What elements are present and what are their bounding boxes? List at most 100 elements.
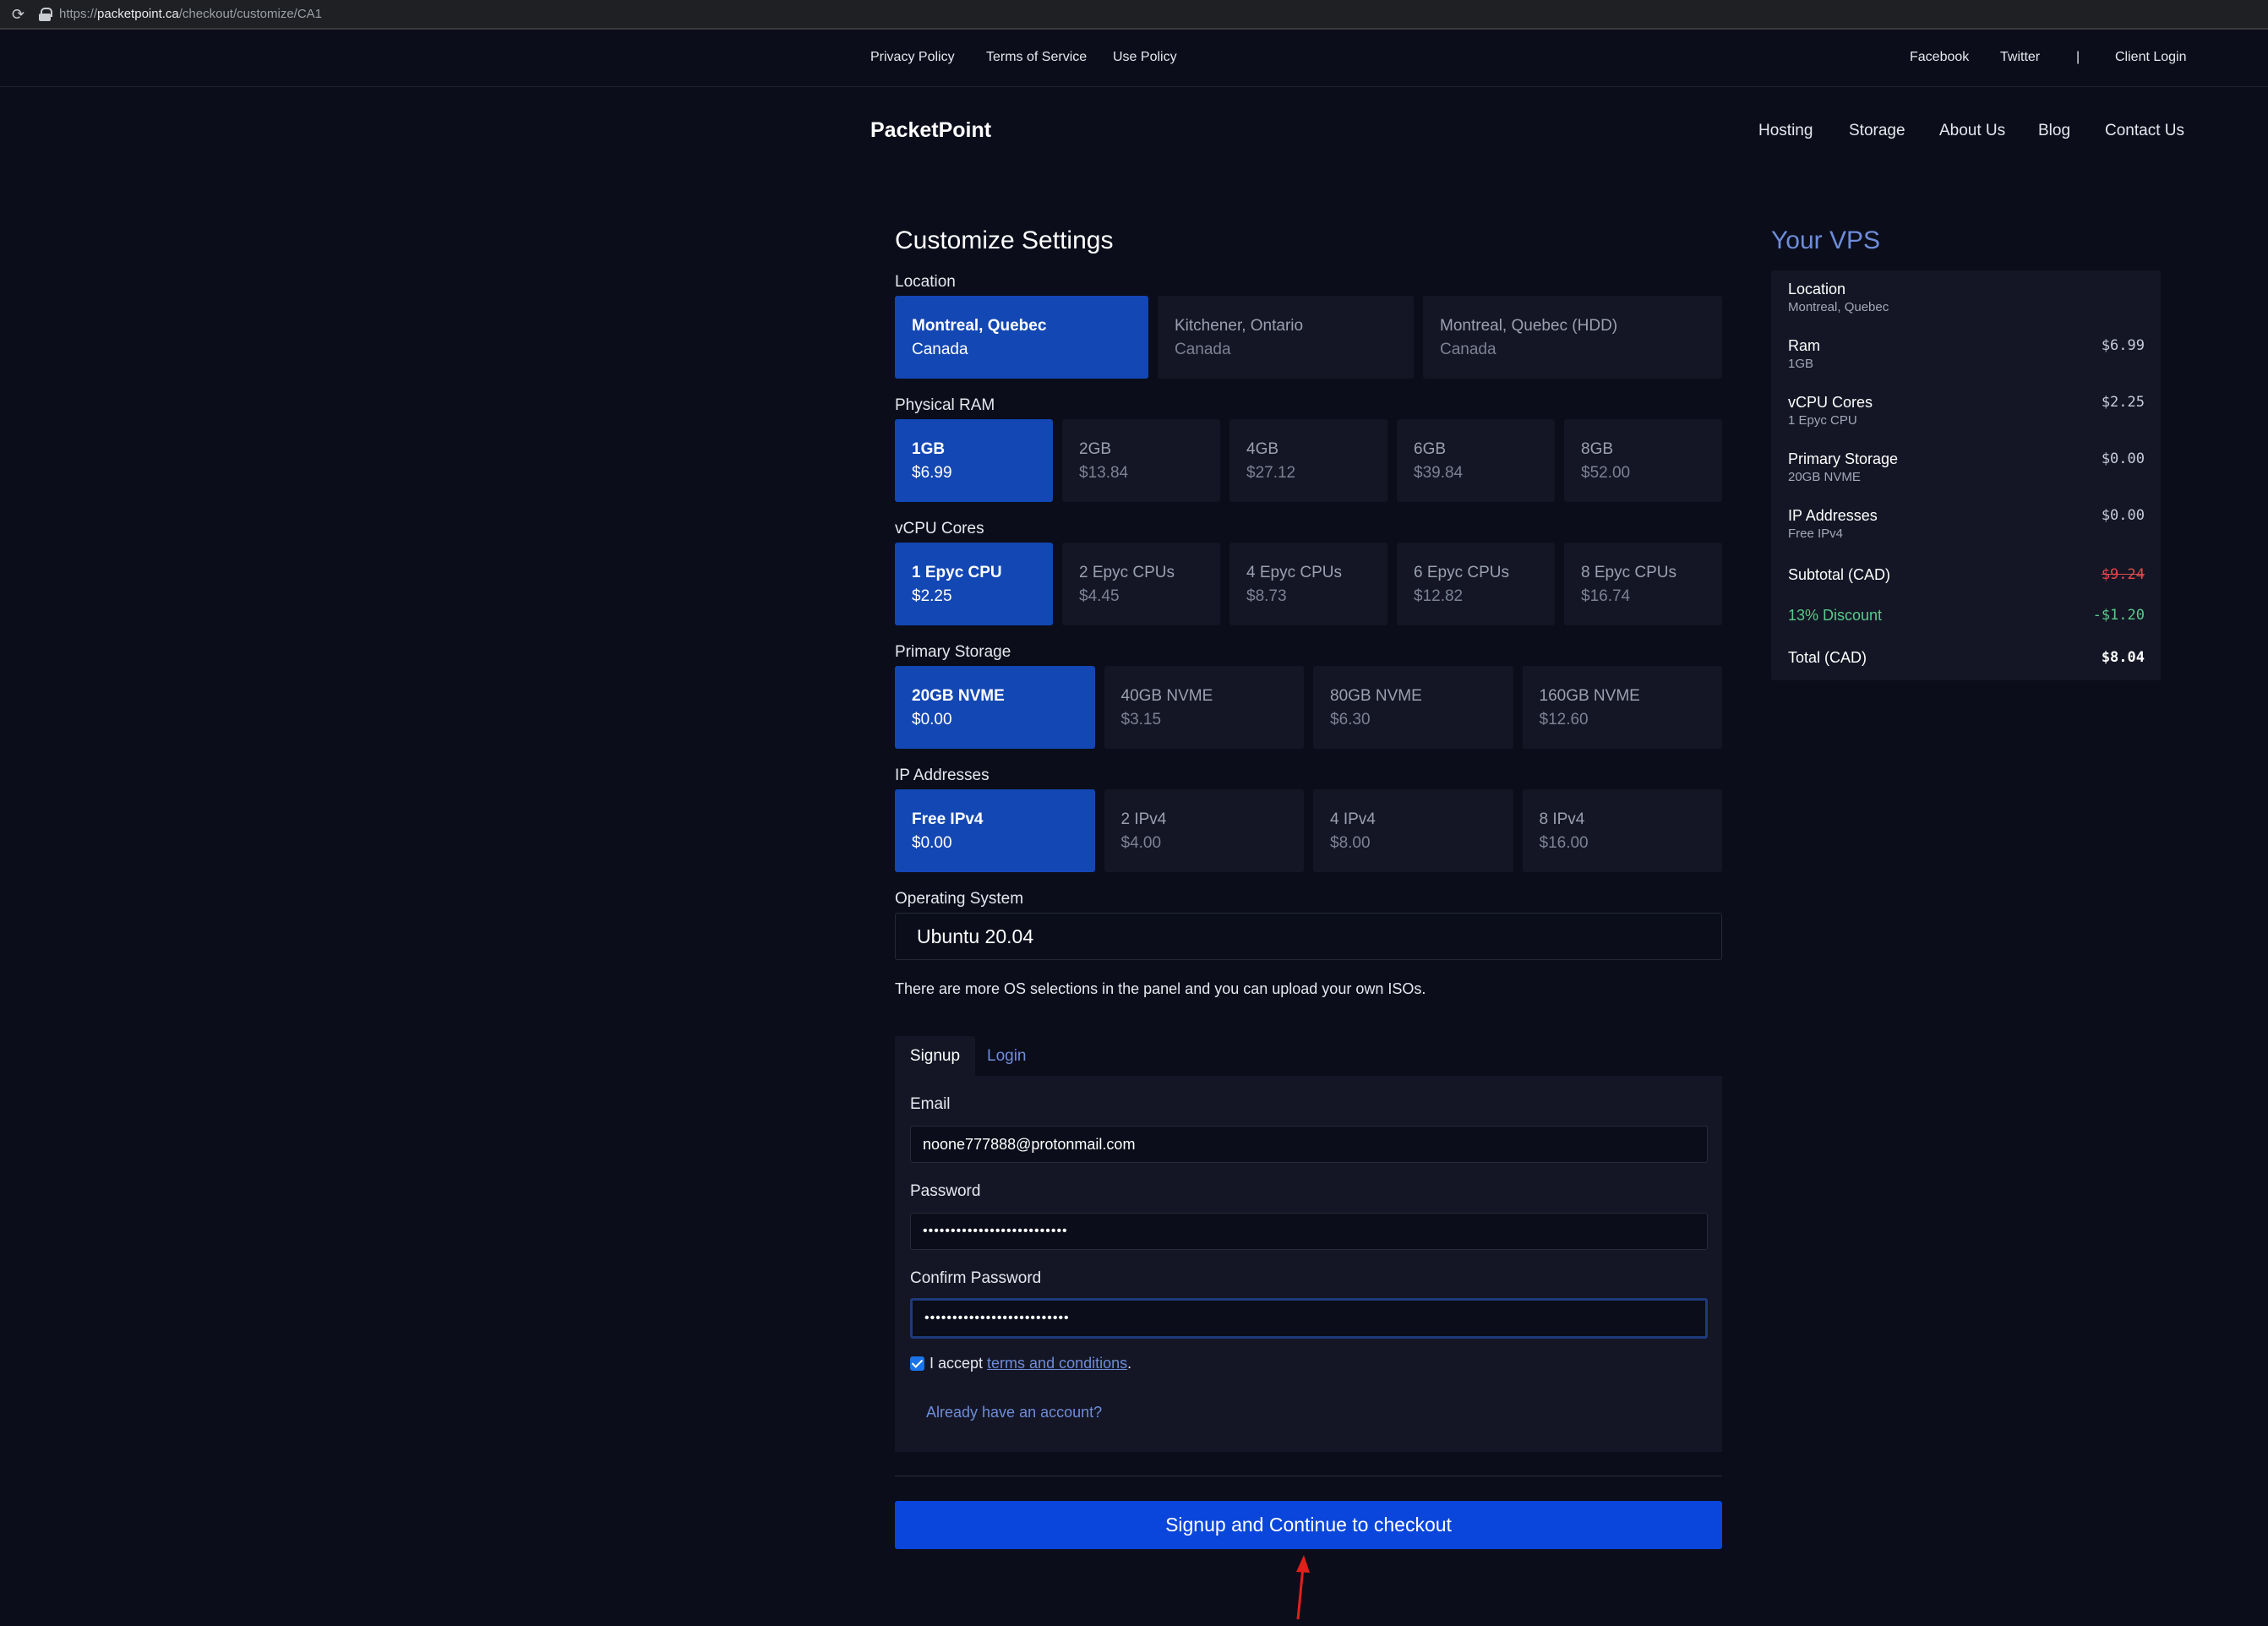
reload-icon[interactable]: ⟳ [12, 7, 27, 22]
use-policy-link[interactable]: Use Policy [1113, 50, 1177, 65]
option-price: $2.25 [912, 587, 952, 605]
ip-option-2[interactable]: 2 IPv4 $4.00 [1104, 789, 1304, 872]
password-field[interactable]: •••••••••••••••••••••••••• [910, 1213, 1708, 1250]
option-price: $27.12 [1246, 464, 1296, 482]
summary-sub: 20GB NVME [1788, 470, 1861, 484]
ram-option-4gb[interactable]: 4GB $27.12 [1229, 419, 1388, 502]
vcpu-option-4[interactable]: 4 Epyc CPUs $8.73 [1229, 543, 1388, 625]
subtotal-value: $9.24 [2101, 566, 2145, 583]
storage-option-20gb[interactable]: 20GB NVME $0.00 [895, 666, 1095, 749]
facebook-link[interactable]: Facebook [1910, 50, 1969, 65]
option-title: 1 Epyc CPU [912, 564, 1002, 581]
location-options: Montreal, Quebec Canada Kitchener, Ontar… [895, 296, 1722, 379]
url-prefix: https:// [59, 7, 98, 21]
option-price: $13.84 [1079, 464, 1129, 482]
option-price: $39.84 [1414, 464, 1464, 482]
summary-name: IP Addresses [1788, 507, 1878, 524]
summary-name: Primary Storage [1788, 450, 1899, 467]
client-login-link[interactable]: Client Login [2115, 50, 2187, 65]
vcpu-option-6[interactable]: 6 Epyc CPUs $12.82 [1397, 543, 1555, 625]
ram-option-2gb[interactable]: 2GB $13.84 [1062, 419, 1220, 502]
ip-option-free[interactable]: Free IPv4 $0.00 [895, 789, 1095, 872]
storage-label: Primary Storage [895, 643, 1011, 661]
accept-prefix: I accept [930, 1355, 984, 1372]
summary-sub: 1 Epyc CPU [1788, 413, 1857, 428]
option-price: $16.00 [1539, 834, 1589, 852]
nav-separator: | [2076, 50, 2080, 64]
location-option-montreal-hdd[interactable]: Montreal, Quebec (HDD) Canada [1423, 296, 1722, 379]
accept-terms-checkbox[interactable] [910, 1356, 924, 1371]
summary-row-vcpu: vCPU Cores 1 Epyc CPU $2.25 [1788, 394, 2145, 428]
option-price: $12.82 [1414, 587, 1464, 605]
os-select[interactable]: Ubuntu 20.04 [895, 913, 1722, 960]
privacy-policy-link[interactable]: Privacy Policy [870, 50, 955, 65]
option-title: 6 Epyc CPUs [1414, 564, 1509, 581]
email-field[interactable]: noone777888@protonmail.com [910, 1126, 1708, 1163]
subtotal-label: Subtotal (CAD) [1788, 566, 1891, 583]
annotation-arrow-icon [1296, 1555, 1310, 1620]
utility-nav: Privacy Policy Terms of Service Use Poli… [0, 31, 2268, 87]
summary-sub: Montreal, Quebec [1788, 300, 1889, 314]
summary-subtotal: Subtotal (CAD) $9.24 [1788, 566, 2145, 584]
ip-option-8[interactable]: 8 IPv4 $16.00 [1522, 789, 1722, 872]
option-title: Montreal, Quebec (HDD) [1440, 317, 1618, 335]
total-label: Total (CAD) [1788, 649, 1867, 666]
ram-label: Physical RAM [895, 396, 995, 414]
accept-terms-row: I accept terms and conditions. [910, 1355, 1131, 1372]
summary-discount: 13% Discount -$1.20 [1788, 607, 2145, 625]
tab-signup[interactable]: Signup [895, 1036, 975, 1076]
password-label: Password [910, 1182, 981, 1200]
summary-price: $6.99 [2101, 337, 2145, 354]
storage-option-80gb[interactable]: 80GB NVME $6.30 [1313, 666, 1513, 749]
option-title: Montreal, Quebec [912, 317, 1047, 335]
ram-option-8gb[interactable]: 8GB $52.00 [1564, 419, 1722, 502]
nav-hosting[interactable]: Hosting [1758, 122, 1813, 140]
already-have-account-link[interactable]: Already have an account? [926, 1404, 1102, 1421]
browser-address-bar[interactable]: ⟳ https://packetpoint.ca/checkout/custom… [0, 0, 2268, 30]
option-title: 1GB [912, 440, 946, 458]
nav-blog[interactable]: Blog [2038, 122, 2070, 140]
nav-about-us[interactable]: About Us [1939, 122, 2005, 140]
total-value: $8.04 [2101, 649, 2145, 666]
ram-option-6gb[interactable]: 6GB $39.84 [1397, 419, 1555, 502]
confirm-password-label: Confirm Password [910, 1269, 1042, 1287]
summary-row-storage: Primary Storage 20GB NVME $0.00 [1788, 450, 2145, 484]
storage-option-160gb[interactable]: 160GB NVME $12.60 [1522, 666, 1722, 749]
option-title: 2GB [1079, 440, 1112, 458]
option-price: $6.99 [912, 464, 952, 482]
option-title: 8 IPv4 [1539, 810, 1585, 828]
vcpu-option-2[interactable]: 2 Epyc CPUs $4.45 [1062, 543, 1220, 625]
accept-suffix: . [1127, 1355, 1132, 1372]
terms-and-conditions-link[interactable]: terms and conditions [987, 1355, 1127, 1372]
storage-option-40gb[interactable]: 40GB NVME $3.15 [1104, 666, 1304, 749]
nav-storage[interactable]: Storage [1849, 122, 1905, 140]
vcpu-option-8[interactable]: 8 Epyc CPUs $16.74 [1564, 543, 1722, 625]
summary-price: $0.00 [2101, 450, 2145, 467]
location-option-kitchener[interactable]: Kitchener, Ontario Canada [1158, 296, 1414, 379]
location-option-montreal[interactable]: Montreal, Quebec Canada [895, 296, 1148, 379]
option-price: $3.15 [1120, 711, 1162, 728]
tab-login[interactable]: Login [987, 1036, 1027, 1076]
discount-value: -$1.20 [2092, 607, 2145, 624]
confirm-password-field[interactable]: •••••••••••••••••••••••••• [910, 1298, 1708, 1339]
option-price: $4.45 [1079, 587, 1120, 605]
option-title: 8 Epyc CPUs [1581, 564, 1676, 581]
option-sub: Canada [912, 341, 968, 358]
lock-icon [39, 7, 52, 21]
option-price: $8.00 [1330, 834, 1371, 852]
terms-of-service-link[interactable]: Terms of Service [986, 50, 1087, 65]
option-price: $0.00 [912, 834, 952, 852]
brand-logo[interactable]: PacketPoint [870, 118, 991, 143]
ram-option-1gb[interactable]: 1GB $6.99 [895, 419, 1053, 502]
signup-continue-button[interactable]: Signup and Continue to checkout [895, 1501, 1722, 1549]
url-host: packetpoint.ca [97, 7, 179, 21]
ip-label: IP Addresses [895, 767, 990, 784]
option-price: $12.60 [1539, 711, 1589, 728]
twitter-link[interactable]: Twitter [2000, 50, 2040, 65]
vcpu-option-1[interactable]: 1 Epyc CPU $2.25 [895, 543, 1053, 625]
nav-contact-us[interactable]: Contact Us [2105, 122, 2184, 140]
ip-option-4[interactable]: 4 IPv4 $8.00 [1313, 789, 1513, 872]
ram-options: 1GB $6.99 2GB $13.84 4GB $27.12 6GB $39.84 8… [895, 419, 1722, 502]
option-title: 80GB NVME [1330, 687, 1422, 705]
option-title: 6GB [1414, 440, 1447, 458]
